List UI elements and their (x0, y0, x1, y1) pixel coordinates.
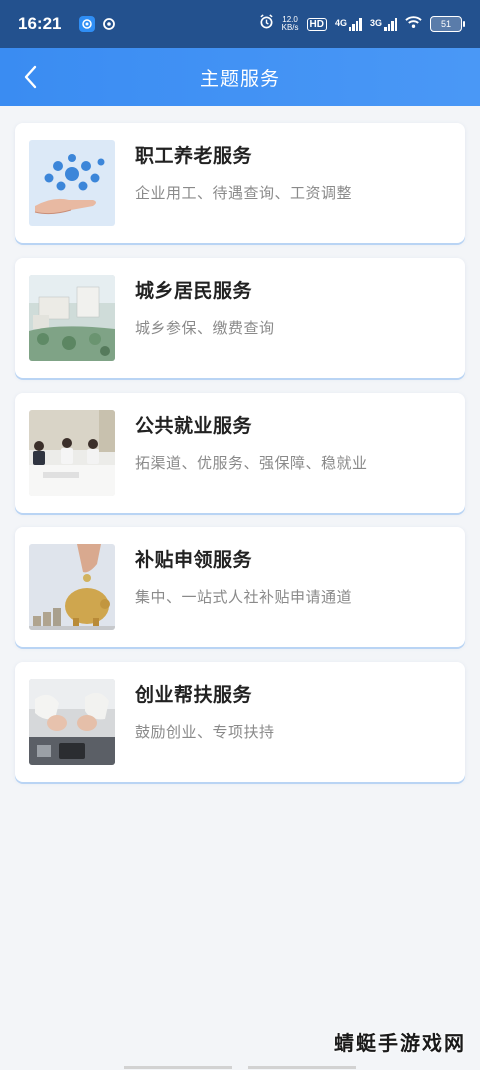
entrepreneurship-service-thumbnail (29, 679, 115, 765)
pension-service-thumbnail (29, 140, 115, 226)
battery-icon: 51 (430, 16, 465, 32)
alarm-icon (259, 14, 274, 34)
nav-bar: 主题服务 (0, 48, 480, 106)
indicator-bar (248, 1066, 356, 1069)
bottom-indicators (0, 1066, 480, 1070)
service-description: 拓渠道、优服务、强保障、稳就业 (135, 454, 368, 472)
status-time: 16:21 (18, 14, 62, 33)
service-card-entrepreneurship[interactable]: 创业帮扶服务 鼓励创业、专项扶持 (15, 662, 465, 782)
service-title: 职工养老服务 (135, 145, 253, 167)
service-description: 城乡参保、缴费查询 (135, 319, 275, 337)
service-title: 创业帮扶服务 (135, 684, 253, 706)
service-description: 鼓励创业、专项扶持 (135, 723, 275, 741)
app-notification-icon (79, 16, 96, 32)
wifi-icon (405, 15, 422, 34)
service-card-residents[interactable]: 城乡居民服务 城乡参保、缴费查询 (15, 258, 465, 378)
site-watermark: 蜻蜓手游戏网 (334, 1031, 466, 1055)
service-description: 企业用工、待遇查询、工资调整 (135, 184, 353, 202)
status-bar: 16:21 12.0 KB/s HD 4G 3G 51 (0, 0, 480, 48)
service-card-pension[interactable]: 职工养老服务 企业用工、待遇查询、工资调整 (15, 123, 465, 243)
service-title: 公共就业服务 (135, 415, 253, 437)
residents-service-thumbnail (29, 275, 115, 361)
signal-sim2-icon: 3G (370, 17, 397, 31)
employment-service-thumbnail (29, 410, 115, 496)
back-button[interactable] (12, 58, 50, 96)
service-card-employment[interactable]: 公共就业服务 拓渠道、优服务、强保障、稳就业 (15, 393, 465, 513)
service-title: 补贴申领服务 (135, 549, 253, 571)
service-title: 城乡居民服务 (135, 280, 253, 302)
hd-icon: HD (306, 17, 327, 31)
page-title: 主题服务 (199, 67, 280, 90)
net-speed: 12.0 KB/s (281, 15, 299, 32)
chevron-left-icon (24, 65, 37, 89)
sync-notification-icon (101, 16, 117, 32)
service-description: 集中、一站式人社补贴申请通道 (135, 588, 353, 606)
signal-sim1-icon: 4G (335, 17, 362, 31)
subsidy-service-thumbnail (29, 544, 115, 630)
indicator-bar (124, 1066, 232, 1069)
service-card-subsidy[interactable]: 补贴申领服务 集中、一站式人社补贴申请通道 (15, 527, 465, 647)
